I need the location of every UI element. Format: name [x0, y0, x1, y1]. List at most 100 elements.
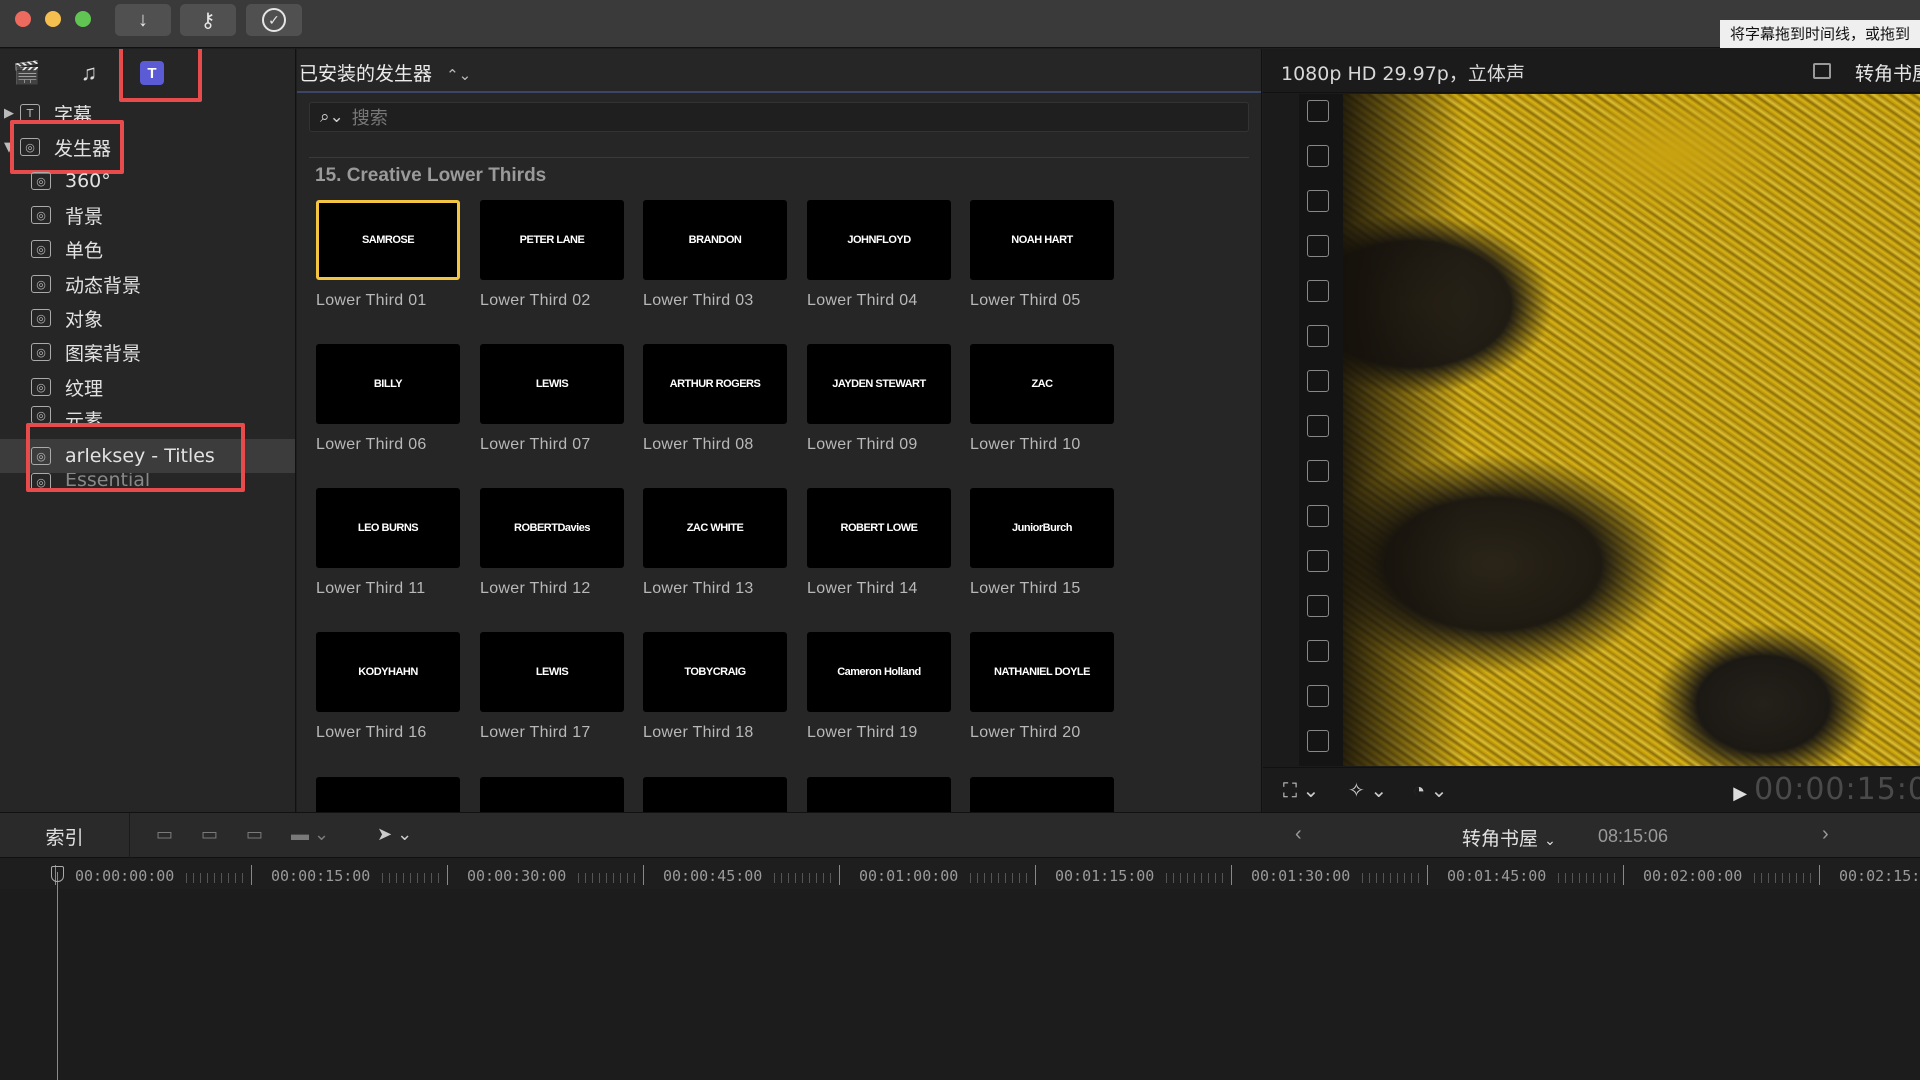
ruler-minor-tick [1397, 873, 1398, 883]
insert-clip-icon[interactable]: ▭ [201, 824, 218, 845]
append-clip-icon[interactable]: ▭ [246, 824, 263, 845]
ruler-minor-tick [389, 873, 390, 883]
sidebar-item-textures[interactable]: ◎ 纹理 [0, 370, 295, 404]
generator-tile[interactable]: LEO BURNS [316, 488, 460, 568]
title-T-icon: T [20, 104, 40, 122]
filmstrip [1299, 94, 1343, 766]
disclosure-right-icon[interactable]: ▶ [4, 106, 14, 121]
transform-icon[interactable]: ⛶ ⌄ [1283, 778, 1319, 803]
generator-tile[interactable]: JOHNFLOYD [807, 200, 951, 280]
generator-tile[interactable]: SAMROSE [316, 200, 460, 280]
generator-tile[interactable]: TOBYCRAIG [643, 632, 787, 712]
generator-tile[interactable]: KODYHAHN [316, 632, 460, 712]
project-name-popup[interactable]: 转角书屋 ⌄ [1462, 824, 1556, 851]
tile-thumbnail-text: JAYDEN STEWART [832, 378, 926, 390]
installed-generators-popup[interactable]: 已安装的发生器 ⌃⌄ [299, 59, 471, 86]
forward-arrow-icon[interactable]: › [1822, 823, 1829, 846]
generator-tile[interactable]: ROBERT LOWE [807, 488, 951, 568]
timeline-ruler[interactable]: 00:00:00:00 00:00:15:00 00:00:30:00 00:00:4… [0, 859, 1920, 889]
ruler-minor-tick [1404, 873, 1405, 883]
sidebar-item-essential[interactable]: ◎ Essential [0, 473, 295, 491]
sidebar-item-pattern-backgrounds[interactable]: ◎ 图案背景 [0, 335, 295, 369]
sidebar-item-label: 发生器 [54, 137, 112, 160]
overwrite-clip-icon[interactable]: ▬ ⌄ [291, 824, 329, 845]
viewer-frame[interactable] [1343, 94, 1920, 766]
sidebar-item-360[interactable]: ◎ 360° [0, 164, 295, 198]
play-icon[interactable]: ▶ [1733, 783, 1748, 804]
ruler-minor-tick [1789, 873, 1790, 883]
sidebar-item-solids[interactable]: ◎ 单色 [0, 232, 295, 266]
playhead-handle[interactable] [51, 866, 64, 882]
ruler-minor-tick [774, 873, 775, 883]
generator-icon: ◎ [31, 206, 51, 224]
sidebar-item-label: arleksey - Titles [65, 445, 215, 467]
background-tasks-button[interactable]: ✓ [246, 4, 302, 36]
minimize-window-button[interactable] [45, 11, 61, 27]
tile-thumbnail-text: LEO BURNS [357, 522, 419, 534]
keyword-button[interactable]: ⚷ [180, 4, 236, 36]
select-tool-icon[interactable]: ➤ ⌄ [377, 824, 412, 845]
index-button[interactable]: 索引 [0, 813, 130, 859]
generator-tile[interactable]: NATHANIEL DOYLE [970, 632, 1114, 712]
generator-tile-partial[interactable] [316, 777, 460, 812]
timeline-area[interactable] [0, 889, 1920, 1080]
generator-tile[interactable]: JuniorBurch [970, 488, 1114, 568]
import-button[interactable]: ↓ [115, 4, 171, 36]
generator-tile[interactable]: LEWIS [480, 344, 624, 424]
sidebar-item-arleksey-titles[interactable]: ◎ arleksey - Titles [0, 439, 295, 473]
disclosure-down-icon[interactable]: ▼ [4, 140, 14, 155]
sidebar-tab-bar: 🎬 ♫ T [0, 49, 295, 97]
generator-tile-partial[interactable] [643, 777, 787, 812]
ruler-minor-tick [634, 873, 635, 883]
speedometer-icon[interactable]: ◔ ⌄ [1413, 778, 1447, 803]
sidebar-item-animated-backgrounds[interactable]: ◎ 动态背景 [0, 267, 295, 301]
ruler-minor-tick [1390, 873, 1391, 883]
tile-thumbnail-text: TOBYCRAIG [684, 666, 746, 678]
sidebar-item-label: 对象 [65, 308, 104, 331]
ruler-minor-tick [998, 873, 999, 883]
ruler-minor-tick [1796, 873, 1797, 883]
clapper-star-icon[interactable]: 🎬 [10, 58, 44, 88]
ruler-minor-tick [242, 873, 243, 883]
playhead[interactable] [57, 872, 58, 1080]
generator-tile[interactable]: ROBERTDavies [480, 488, 624, 568]
titles-generators-icon[interactable]: T [135, 58, 169, 88]
sidebar-item-titles[interactable]: ▶ T 字幕 [0, 96, 295, 130]
sidebar-item-elements[interactable]: ◎ 元素 [0, 404, 295, 426]
viewer-options-icon[interactable] [1813, 63, 1831, 79]
connect-clip-icon[interactable]: ▭ [156, 824, 173, 845]
generator-tile[interactable]: NOAH HART [970, 200, 1114, 280]
generator-icon: ◎ [31, 378, 51, 396]
generator-tile[interactable]: PETER LANE [480, 200, 624, 280]
close-window-button[interactable] [15, 11, 31, 27]
filmstrip-frame-marker [1307, 685, 1329, 707]
ruler-minor-tick [1565, 873, 1566, 883]
tile-thumbnail-text: ZAC WHITE [686, 522, 744, 534]
generator-tile-partial[interactable] [480, 777, 624, 812]
generator-tile-partial[interactable] [970, 777, 1114, 812]
generator-tile[interactable]: ZAC [970, 344, 1114, 424]
timecode-display[interactable]: ▶ 00:00:15:0 [1733, 772, 1920, 807]
tile-label: Lower Third 15 [970, 580, 1081, 597]
search-input[interactable]: ⌕⌄ 搜索 [309, 102, 1249, 132]
back-arrow-icon[interactable]: ‹ [1295, 823, 1302, 846]
zoom-window-button[interactable] [75, 11, 91, 27]
sidebar-item-backgrounds[interactable]: ◎ 背景 [0, 198, 295, 232]
generator-tile[interactable]: JAYDEN STEWART [807, 344, 951, 424]
generator-tile[interactable]: BRANDON [643, 200, 787, 280]
generator-tile[interactable]: Cameron Holland [807, 632, 951, 712]
magic-wand-icon[interactable]: ✧ ⌄ [1348, 778, 1387, 803]
generator-tile[interactable]: LEWIS [480, 632, 624, 712]
generator-tile-partial[interactable] [807, 777, 951, 812]
tile-thumbnail-text: ZAC [1031, 378, 1053, 390]
tile-thumbnail-text: KODYHAHN [358, 666, 418, 678]
generator-tile[interactable]: ZAC WHITE [643, 488, 787, 568]
music-photo-icon[interactable]: ♫ [72, 58, 106, 88]
generator-tile[interactable]: BILLY [316, 344, 460, 424]
sidebar-item-objects[interactable]: ◎ 对象 [0, 301, 295, 335]
tile-label: Lower Third 17 [480, 724, 591, 741]
ruler-minor-tick [1369, 873, 1370, 883]
generator-tile[interactable]: ARTHUR ROGERS [643, 344, 787, 424]
ruler-minor-tick [1362, 873, 1363, 883]
sidebar-item-generators[interactable]: ▼ ◎ 发生器 [0, 130, 295, 164]
